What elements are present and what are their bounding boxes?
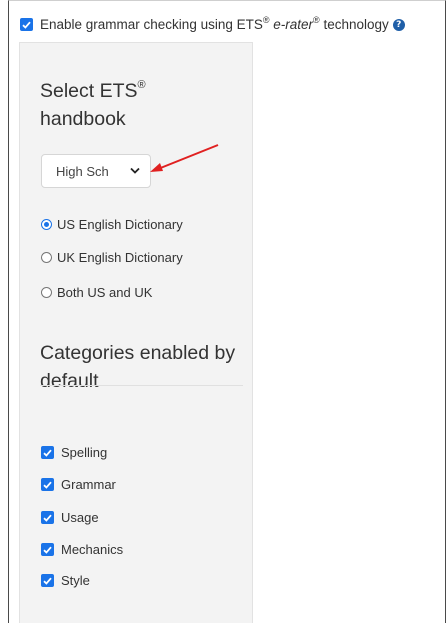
dictionary-option-us[interactable]: US English Dictionary: [41, 217, 183, 232]
style-checkbox[interactable]: [41, 574, 54, 587]
dictionary-option-both[interactable]: Both US and UK: [41, 285, 152, 300]
handbook-select[interactable]: High Sch: [41, 154, 151, 188]
category-style[interactable]: Style: [41, 573, 90, 588]
category-spelling[interactable]: Spelling: [41, 445, 107, 460]
category-label: Mechanics: [61, 542, 124, 557]
chevron-down-icon: [130, 167, 140, 174]
category-label: Grammar: [61, 477, 116, 492]
enable-grammar-checkbox[interactable]: [20, 18, 33, 31]
grammar-checkbox[interactable]: [41, 478, 54, 491]
category-label: Style: [61, 573, 90, 588]
category-label: Usage: [61, 510, 99, 525]
category-label: Spelling: [61, 445, 108, 460]
grammar-settings-panel: Select ETS® handbook High Sch US English…: [19, 42, 253, 623]
handbook-heading: Select ETS® handbook: [40, 78, 146, 130]
question-circle-icon[interactable]: ?: [392, 18, 405, 31]
dictionary-option-uk[interactable]: UK English Dictionary: [41, 250, 183, 265]
mechanics-checkbox[interactable]: [41, 543, 54, 556]
enable-grammar-checking-row[interactable]: Enable grammar checking using ETS® e-rat…: [20, 14, 405, 32]
radio-us-english[interactable]: [41, 219, 52, 230]
handbook-select-value: High Sch: [56, 163, 109, 179]
usage-checkbox[interactable]: [41, 511, 54, 524]
divider: [40, 385, 243, 386]
radio-uk-english[interactable]: [41, 252, 52, 263]
radio-both[interactable]: [41, 287, 52, 298]
categories-heading: Categories enabled by default: [40, 342, 236, 392]
radio-label: US English Dictionary: [57, 217, 183, 232]
category-usage[interactable]: Usage: [41, 510, 99, 525]
radio-label: UK English Dictionary: [57, 250, 183, 265]
category-grammar[interactable]: Grammar: [41, 477, 116, 492]
annotation-arrow: [150, 144, 219, 172]
category-mechanics[interactable]: Mechanics: [41, 542, 123, 557]
radio-label: Both US and UK: [57, 285, 153, 300]
enable-grammar-label: Enable grammar checking using ETS® e-rat…: [40, 14, 389, 32]
spelling-checkbox[interactable]: [41, 446, 54, 459]
